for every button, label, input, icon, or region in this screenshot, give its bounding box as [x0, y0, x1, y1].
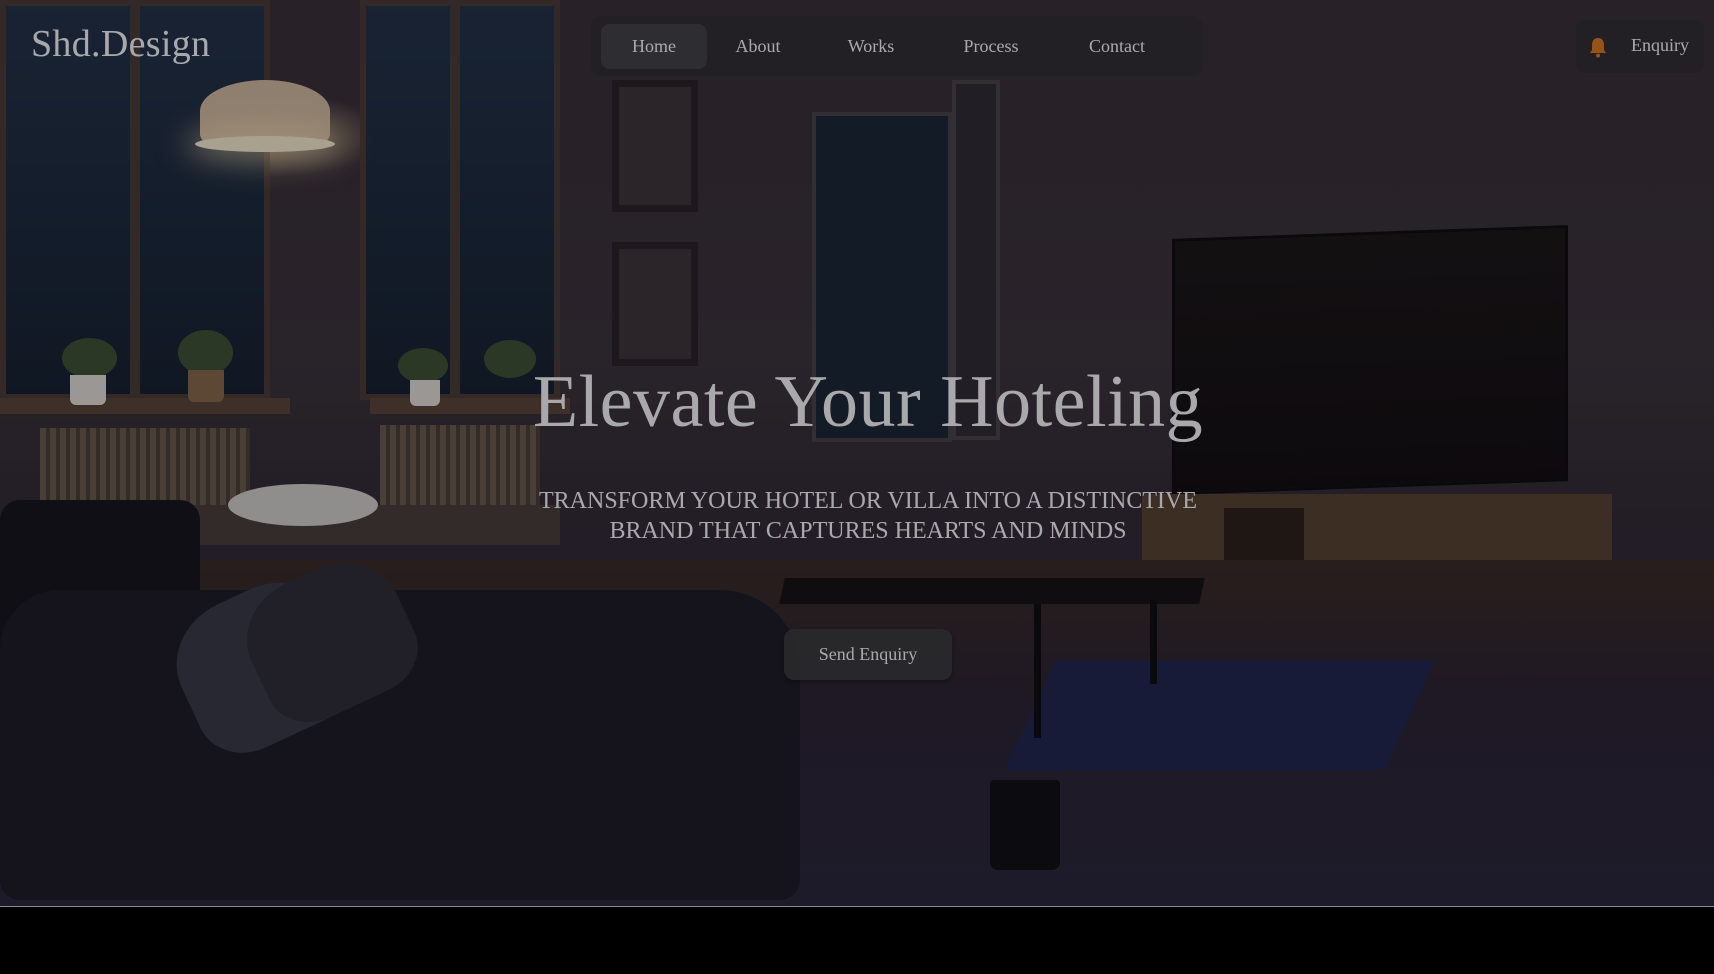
main-nav: Home About Works Process Contact — [591, 16, 1203, 76]
hero-section: Shd.Design Home About Works Process Cont… — [0, 0, 1714, 907]
coffee-table — [779, 578, 1205, 604]
wall-frame — [612, 242, 698, 366]
nav-about[interactable]: About — [717, 24, 799, 69]
hero-subheadline: TRANSFORM YOUR HOTEL OR VILLA INTO A DIS… — [538, 488, 1197, 544]
pendant-lamp — [200, 80, 330, 142]
enquiry-label: Enquiry — [1631, 35, 1689, 55]
cushion — [228, 484, 378, 526]
window-right — [360, 0, 560, 400]
table-leg — [1034, 604, 1041, 738]
hero-headline: Elevate Your Hoteling — [532, 361, 1204, 443]
nav-works[interactable]: Works — [831, 24, 911, 69]
rug — [1004, 660, 1436, 770]
bell-icon — [1587, 36, 1609, 58]
table-leg — [1150, 600, 1157, 684]
nav-home[interactable]: Home — [601, 24, 707, 69]
nav-contact[interactable]: Contact — [1067, 24, 1167, 69]
lamp-glow — [195, 136, 335, 152]
brand-logo[interactable]: Shd.Design — [31, 22, 210, 66]
footer-band — [0, 907, 1714, 974]
hero-background-image — [0, 0, 1714, 907]
window-mullion — [450, 0, 460, 400]
enquiry-button[interactable]: Enquiry — [1576, 20, 1704, 73]
send-enquiry-button[interactable]: Send Enquiry — [784, 629, 952, 680]
wall-frame — [612, 80, 698, 212]
cup — [990, 780, 1060, 870]
nav-process[interactable]: Process — [937, 24, 1045, 69]
